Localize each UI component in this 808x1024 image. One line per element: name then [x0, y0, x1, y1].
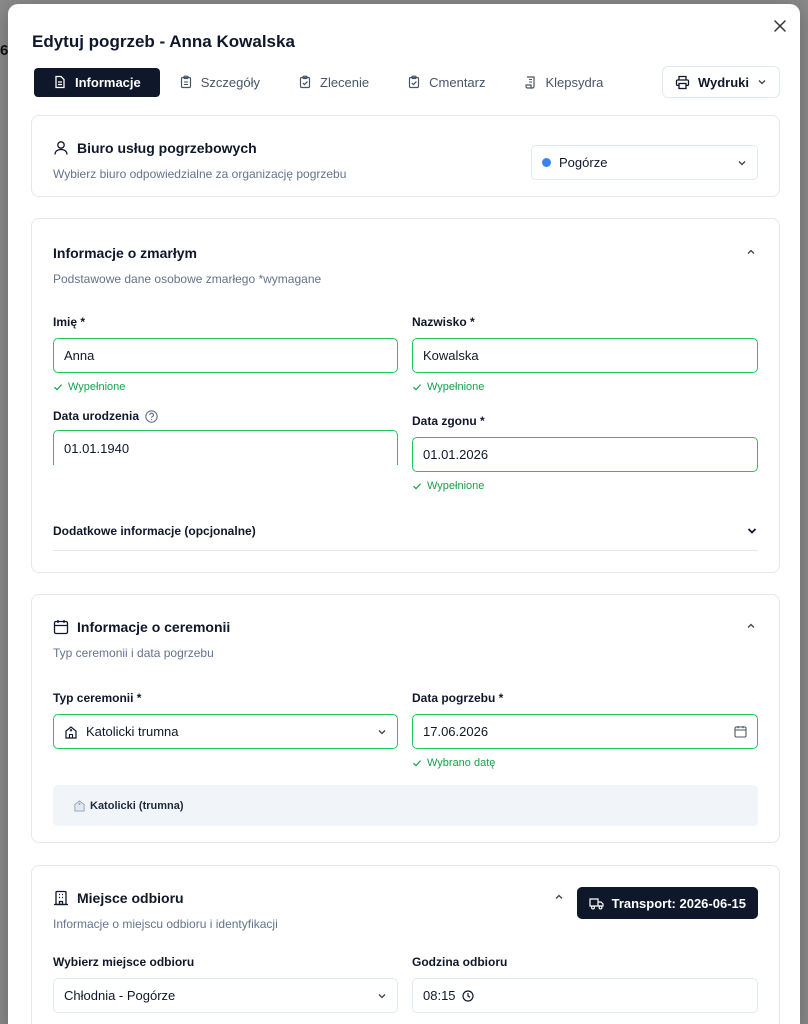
check-icon: [54, 384, 63, 391]
close-button[interactable]: [772, 18, 788, 34]
chevron-down-icon: [738, 160, 746, 165]
church-icon: [74, 800, 85, 812]
clipboard-check-icon: [409, 75, 420, 89]
first-name-label: Imię *: [53, 315, 86, 329]
deceased-card: Informacje o zmarłym Podstawowe dane oso…: [31, 218, 780, 573]
select-value: Chłodnia - Pogórze: [64, 988, 176, 1003]
funeral-home-header: Biuro usług pogrzebowych: [53, 140, 257, 156]
wydruki-button[interactable]: Wydruki: [661, 66, 780, 98]
last-name-label: Nazwisko *: [412, 315, 475, 329]
birth-date-label: Data urodzenia: [53, 409, 158, 423]
calendar-icon: [53, 620, 69, 635]
tab-bar: Informacje Szczegóły Zlecenie Cmentarz K…: [34, 66, 780, 98]
card-subtitle: Wybierz biuro odpowiedzialne za organiza…: [53, 167, 347, 181]
first-name-field[interactable]: Anna: [53, 338, 398, 373]
ceremony-card: Informacje o ceremonii Typ ceremonii i d…: [31, 594, 780, 843]
pickup-card: Miejsce odbioru Informacje o miejscu odb…: [31, 865, 780, 1024]
calendar-icon[interactable]: [734, 725, 747, 738]
card-title: Biuro usług pogrzebowych: [77, 140, 257, 156]
user-icon: [54, 141, 68, 155]
chevron-down-icon: [378, 729, 386, 734]
church-icon: [65, 725, 77, 739]
funeral-date-label: Data pogrzebu *: [412, 691, 504, 705]
chevron-up-icon[interactable]: [745, 246, 757, 258]
chevron-down-icon: [378, 993, 386, 998]
close-icon: [774, 20, 786, 32]
last-name-field[interactable]: Kowalska: [412, 338, 758, 373]
birth-date-field[interactable]: 01.01.1940: [53, 430, 398, 465]
extra-info-toggle[interactable]: Dodatkowe informacje (opcjonalne): [53, 524, 256, 538]
death-date-status: Wypełnione: [412, 480, 484, 492]
truck-icon: [588, 897, 604, 909]
card-title: Miejsce odbioru: [77, 890, 184, 906]
chevron-down-icon: [758, 80, 766, 85]
pickup-place-select[interactable]: Chłodnia - Pogórze: [53, 978, 398, 1013]
pickup-place-label: Wybierz miejsce odbioru: [53, 955, 195, 969]
tab-label: Szczegóły: [200, 74, 260, 90]
field-value: 01.01.2026: [423, 447, 489, 462]
tab-szczegoly[interactable]: Szczegóły: [160, 68, 279, 97]
document-icon: [55, 75, 65, 89]
ceremony-type-select[interactable]: Katolicki trumna: [53, 714, 398, 749]
last-name-status: Wypełnione: [412, 381, 484, 393]
status-dot: [542, 158, 551, 167]
pickup-time-field[interactable]: 08:15: [412, 978, 758, 1013]
field-value: 17.06.2026: [423, 724, 489, 739]
clock-icon[interactable]: [461, 989, 474, 1002]
pickup-header: Miejsce odbioru: [53, 890, 184, 906]
field-value: 01.01.1940: [64, 440, 130, 456]
scroll-icon: [524, 76, 535, 89]
divider: [53, 550, 758, 551]
deceased-header: Informacje o zmarłym: [53, 245, 197, 261]
death-date-label: Data zgonu *: [412, 414, 485, 428]
info-text: Katolicki (trumna): [90, 799, 184, 812]
check-icon: [413, 384, 422, 391]
edit-funeral-dialog: Edytuj pogrzeb - Anna Kowalska Informacj…: [8, 4, 800, 1024]
select-value: Katolicki trumna: [86, 724, 179, 739]
check-icon: [413, 760, 422, 767]
card-title: Informacje o zmarłym: [53, 245, 197, 261]
card-title: Informacje o ceremonii: [77, 619, 231, 635]
transport-label: Transport: 2026-06-15: [611, 895, 746, 911]
funeral-date-status: Wybrano datę: [412, 757, 495, 769]
tab-label: Informacje: [75, 74, 141, 90]
dialog-title: Edytuj pogrzeb - Anna Kowalska: [32, 32, 295, 51]
ceremony-type-label: Typ ceremonii *: [53, 691, 142, 705]
ceremony-header: Informacje o ceremonii: [53, 619, 230, 635]
tab-zlecenie[interactable]: Zlecenie: [279, 68, 388, 97]
chevron-down-icon[interactable]: [746, 525, 758, 537]
tab-klepsydra[interactable]: Klepsydra: [505, 68, 623, 97]
field-value: Anna: [64, 348, 95, 363]
tab-cmentarz[interactable]: Cmentarz: [388, 68, 504, 97]
chevron-up-icon[interactable]: [553, 891, 565, 903]
death-date-field[interactable]: 01.01.2026: [412, 437, 758, 472]
tab-label: Klepsydra: [545, 74, 604, 90]
pickup-time-label: Godzina odbioru: [412, 955, 508, 969]
clipboard-list-icon: [180, 75, 191, 89]
transport-button[interactable]: Transport: 2026-06-15: [576, 887, 758, 919]
tab-label: Cmentarz: [429, 74, 486, 90]
building-icon: [54, 890, 68, 906]
clipboard-check-icon: [299, 75, 311, 89]
funeral-date-field[interactable]: 17.06.2026: [412, 714, 758, 749]
select-value: Pogórze: [559, 155, 608, 170]
check-icon: [413, 483, 422, 490]
wydruki-label: Wydruki: [697, 74, 749, 90]
chevron-up-icon[interactable]: [745, 620, 757, 632]
card-subtitle: Informacje o miejscu odbioru i identyfik…: [53, 917, 278, 931]
ceremony-info-box: Katolicki (trumna): [53, 785, 758, 826]
card-subtitle: Typ ceremonii i data pogrzebu: [53, 646, 214, 660]
first-name-status: Wypełnione: [53, 381, 125, 393]
tab-informacje[interactable]: Informacje: [34, 67, 160, 97]
funeral-home-card: Biuro usług pogrzebowych Wybierz biuro o…: [31, 115, 780, 197]
tab-label: Zlecenie: [320, 74, 370, 90]
card-subtitle: Podstawowe dane osobowe zmarłego *wymaga…: [53, 272, 322, 286]
funeral-home-select[interactable]: Pogórze: [531, 145, 758, 180]
help-icon[interactable]: [145, 409, 158, 423]
printer-icon: [675, 75, 690, 89]
field-value: Kowalska: [423, 348, 479, 363]
field-value: 08:15: [423, 988, 456, 1003]
